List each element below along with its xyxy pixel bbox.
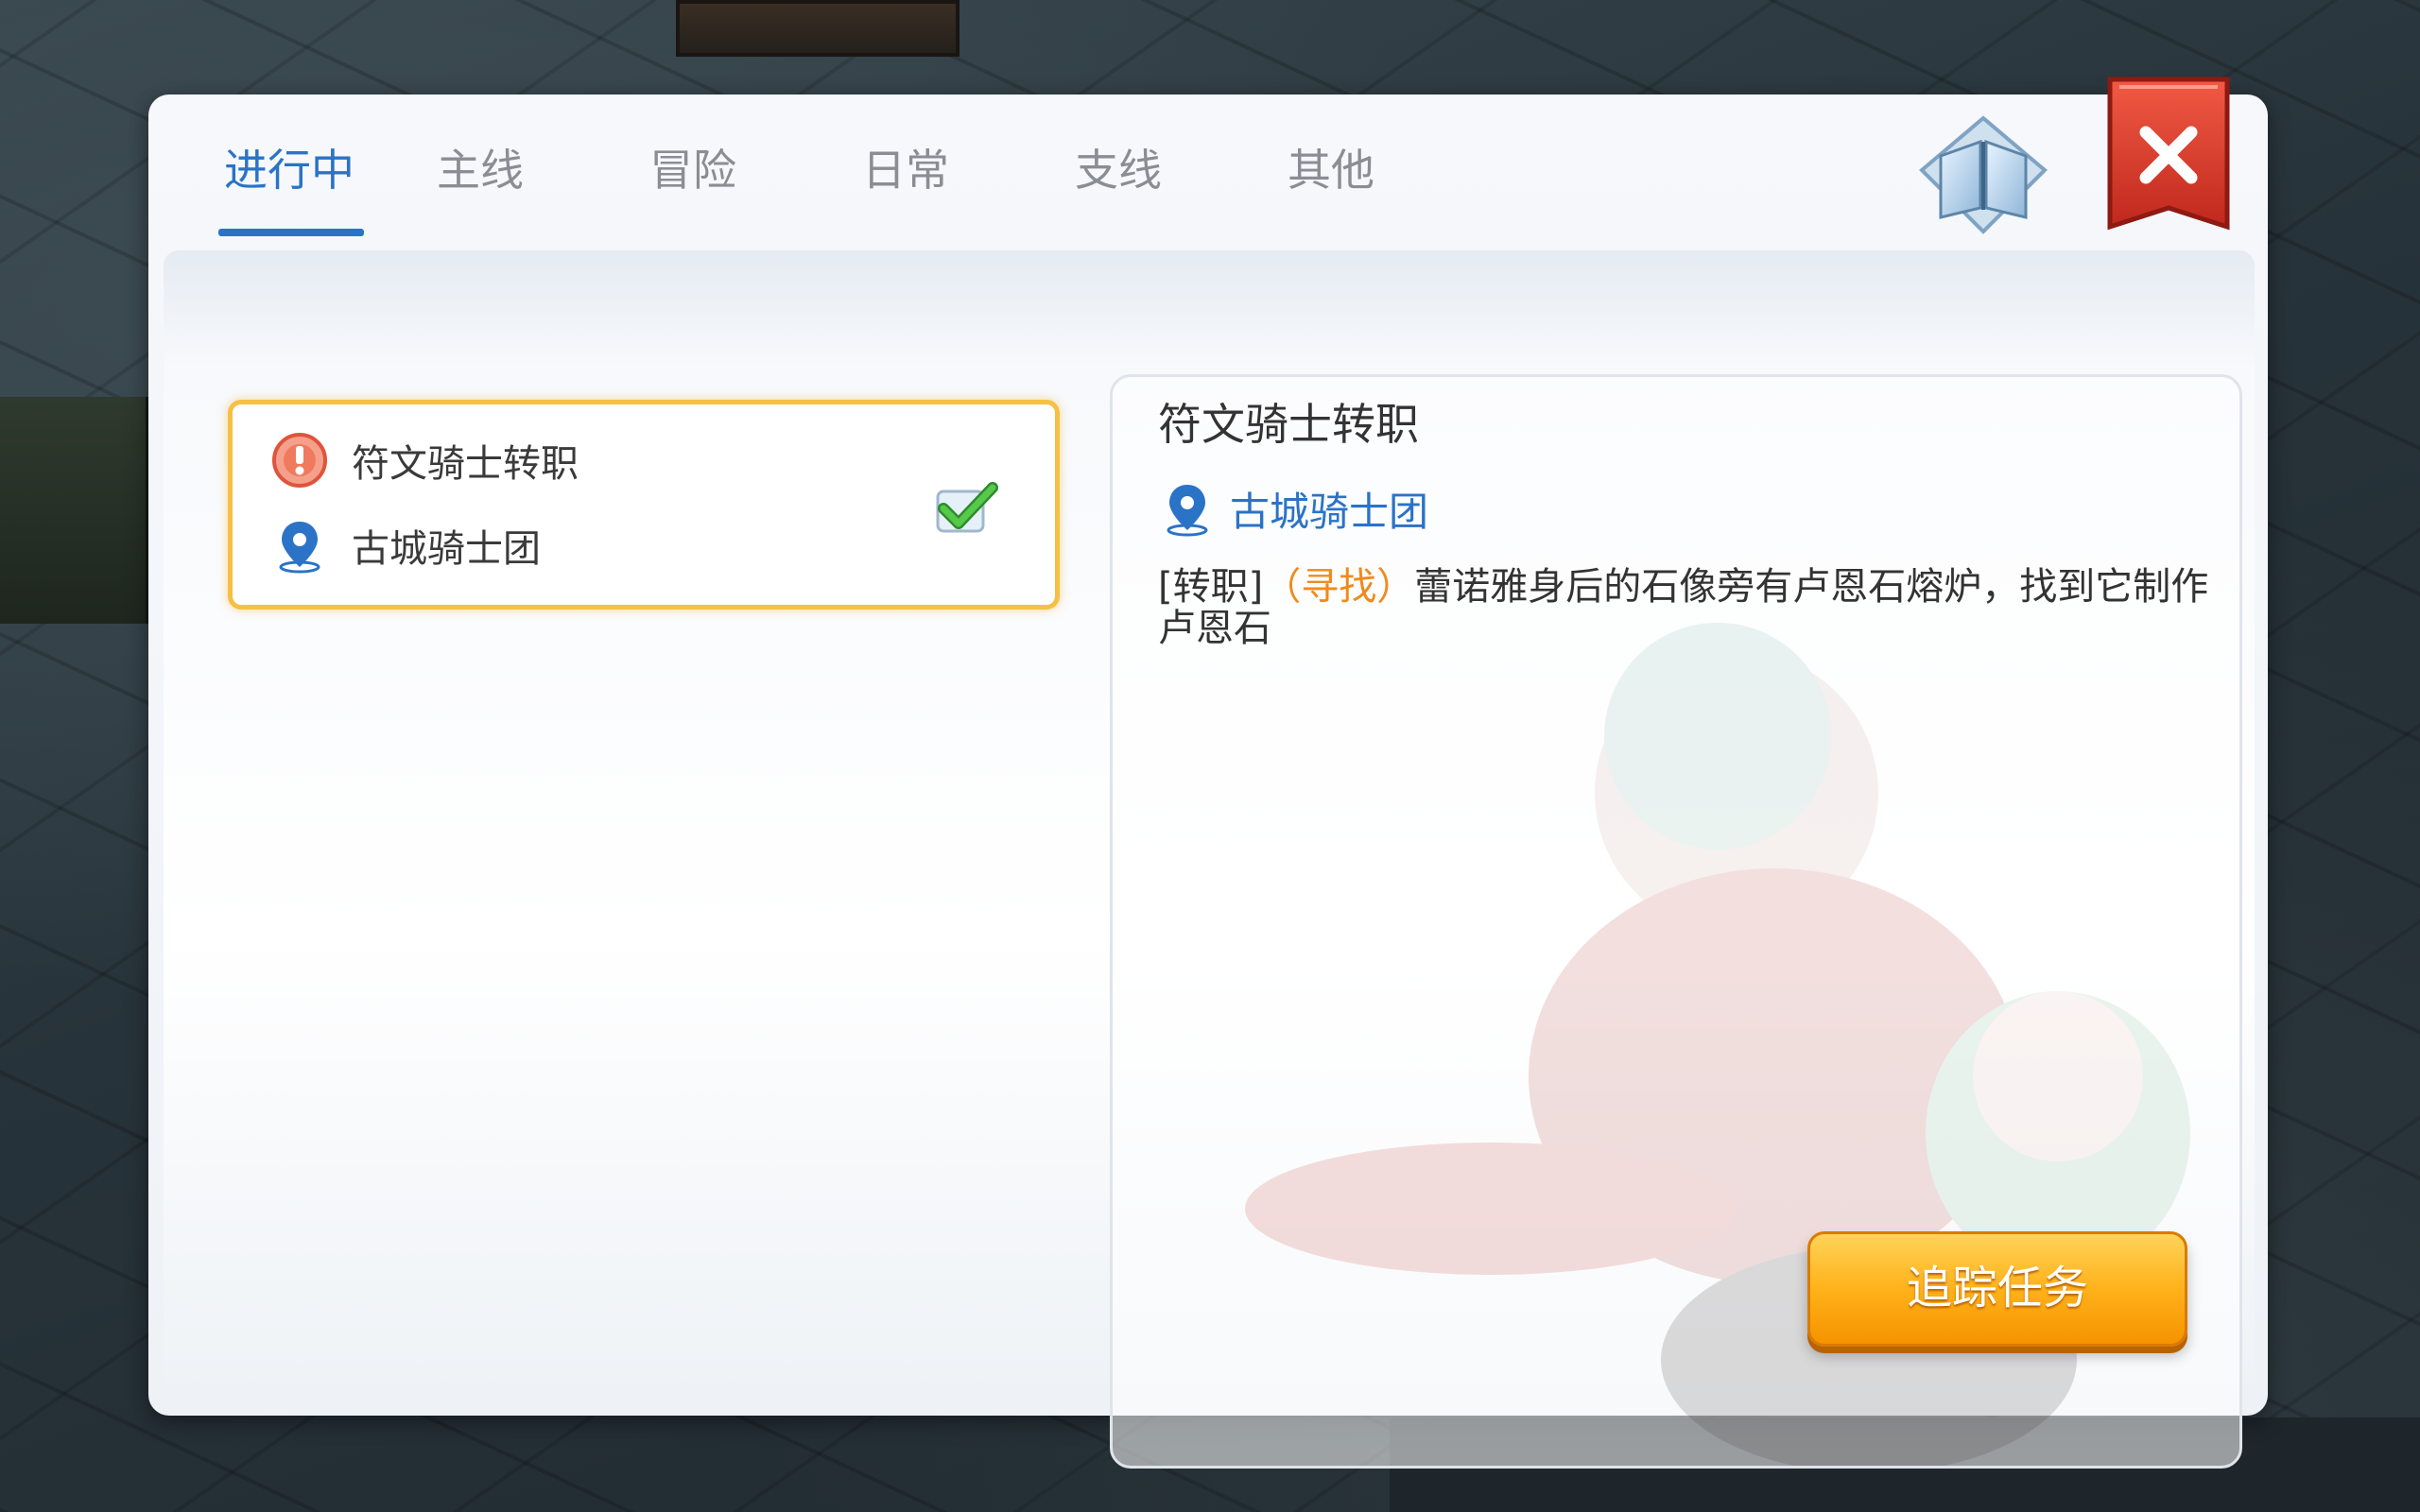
quest-panel: 进行中 主线 冒险 日常 支线 其他 符文骑士转职 古城骑士团 符文骑士转职 古… — [148, 77, 2268, 1469]
tab-in-progress[interactable]: 进行中 — [218, 123, 437, 246]
desc-prefix: [转职] — [1158, 565, 1264, 609]
close-icon — [2107, 77, 2230, 231]
quest-description: [转职]（寻找）蕾诺雅身后的石像旁有卢恩石熔炉，找到它制作卢恩石 — [1158, 566, 2226, 649]
tab-adventure[interactable]: 冒险 — [649, 123, 862, 246]
codex-book-icon[interactable] — [1912, 113, 2054, 236]
tab-side[interactable]: 支线 — [1075, 123, 1288, 246]
map-pin-icon — [270, 516, 329, 575]
quest-list-item[interactable]: 符文骑士转职 古城骑士团 — [228, 400, 1060, 610]
detail-location-link[interactable]: 古城骑士团 — [1230, 480, 1428, 538]
detail-title: 符文骑士转职 — [1158, 399, 1419, 450]
background-crate — [676, 0, 959, 57]
content-area: 符文骑士转职 古城骑士团 符文骑士转职 古城骑士团 [转职]（寻找）蕾诺雅身后的… — [164, 250, 2255, 1469]
tab-daily[interactable]: 日常 — [862, 123, 1075, 246]
quest-title: 符文骑士转职 — [352, 442, 579, 486]
close-button[interactable] — [2106, 76, 2231, 242]
desc-highlight: （寻找） — [1263, 565, 1415, 609]
tab-main[interactable]: 主线 — [437, 123, 649, 246]
tab-bar: 进行中 主线 冒险 日常 支线 其他 — [218, 123, 1500, 246]
background-bench — [0, 397, 151, 624]
tab-other[interactable]: 其他 — [1288, 123, 1500, 246]
alert-icon — [270, 431, 329, 490]
checkmark-icon[interactable] — [932, 480, 998, 537]
map-pin-icon — [1158, 479, 1217, 538]
quest-location: 古城骑士团 — [352, 527, 541, 571]
track-quest-button[interactable]: 追踪任务 — [1807, 1231, 2187, 1347]
